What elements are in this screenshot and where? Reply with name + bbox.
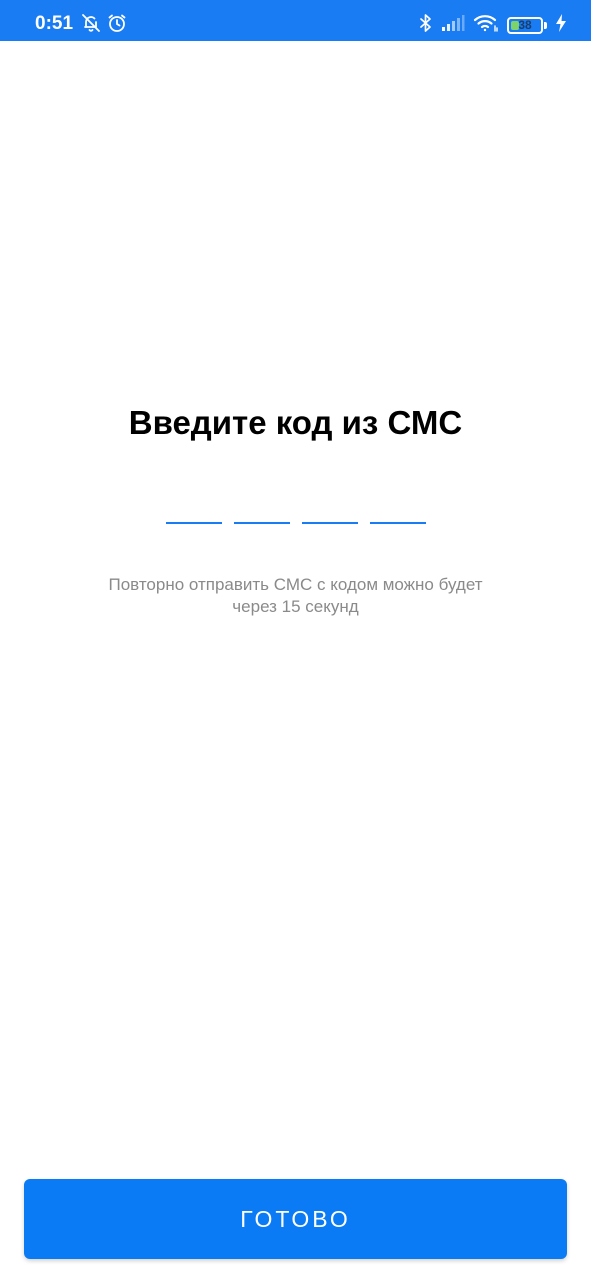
status-time: 0:51 [35, 13, 74, 34]
resend-hint-line-2: через 15 секунд [232, 597, 359, 616]
charging-icon [555, 13, 567, 38]
alarm-icon [107, 13, 127, 38]
signal-icon [441, 14, 465, 37]
sms-code-input[interactable] [166, 496, 426, 524]
battery-tip [544, 21, 547, 29]
code-digit-3[interactable] [302, 496, 358, 524]
code-digit-4[interactable] [370, 496, 426, 524]
status-bar: 0:51 38 [0, 0, 591, 41]
page-title: Введите код из СМС [128, 404, 463, 441]
bluetooth-icon [419, 13, 433, 38]
code-digit-2[interactable] [234, 496, 290, 524]
status-system-icons: 38 [419, 12, 567, 38]
battery-level: 38 [518, 18, 532, 32]
bell-off-icon [81, 13, 101, 38]
resend-hint: Повторно отправить СМС с кодом можно буд… [60, 574, 531, 618]
code-digit-1[interactable] [166, 496, 222, 524]
done-button[interactable]: ГОТОВО [24, 1179, 567, 1259]
battery-body: 38 [507, 16, 543, 34]
wifi-icon [473, 13, 499, 38]
status-notification-icons [81, 13, 127, 37]
resend-hint-line-1: Повторно отправить СМС с кодом можно буд… [108, 575, 483, 594]
battery-icon: 38 [507, 16, 547, 34]
